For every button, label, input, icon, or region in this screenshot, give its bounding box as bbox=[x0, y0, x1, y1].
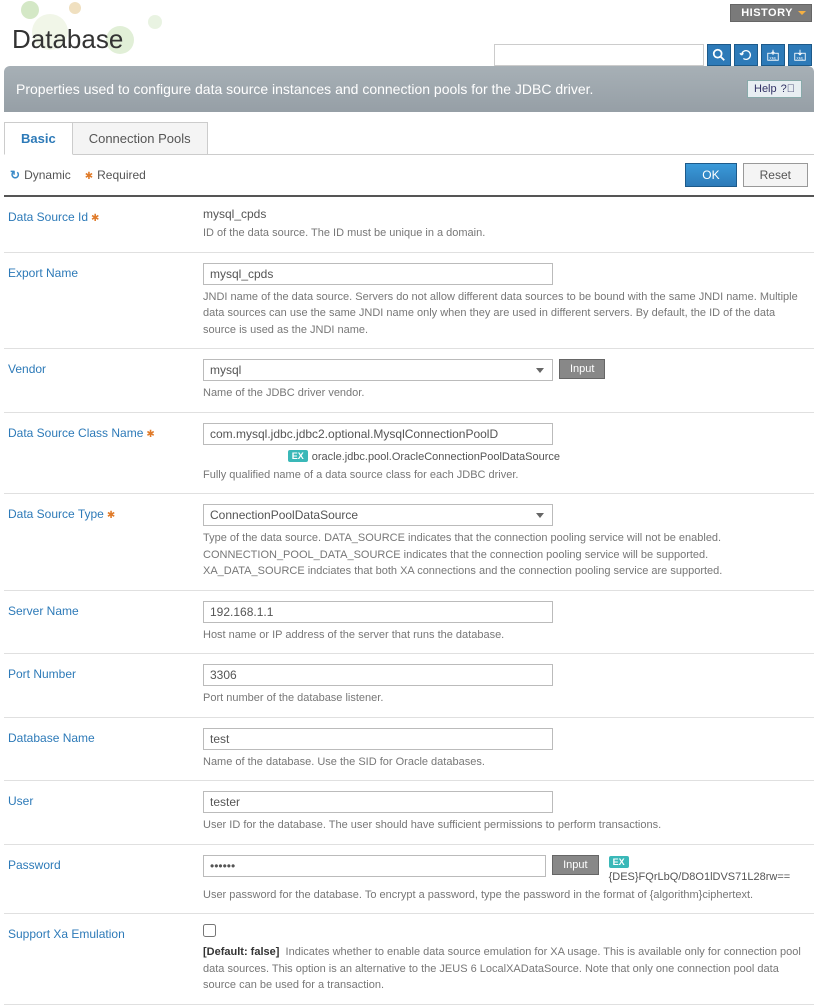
export-xml-icon[interactable]: XML bbox=[761, 44, 785, 66]
row-vendor: Vendor mysql Input Name of the JDBC driv… bbox=[4, 349, 814, 413]
input-server-name[interactable] bbox=[203, 601, 553, 623]
input-user[interactable] bbox=[203, 791, 553, 813]
desc-dbname: Name of the database. Use the SID for Or… bbox=[203, 754, 810, 771]
history-button[interactable]: HISTORY bbox=[730, 4, 812, 22]
row-ds-type: Data Source Type✱ ConnectionPoolDataSour… bbox=[4, 494, 814, 591]
row-user: User User ID for the database. The user … bbox=[4, 781, 814, 845]
ok-button[interactable]: OK bbox=[685, 163, 736, 187]
row-server-name: Server Name Host name or IP address of t… bbox=[4, 591, 814, 655]
example-badge: EX bbox=[609, 856, 629, 868]
legend-bar: Dynamic Required OK Reset bbox=[4, 155, 814, 197]
info-text: Properties used to configure data source… bbox=[16, 81, 593, 97]
example-dsclass: oracle.jdbc.pool.OracleConnectionPoolDat… bbox=[312, 451, 560, 463]
desc-server: Host name or IP address of the server th… bbox=[203, 627, 810, 644]
desc-dsclass: Fully qualified name of a data source cl… bbox=[203, 467, 810, 484]
desc-dsid: ID of the data source. The ID must be un… bbox=[203, 225, 810, 242]
required-icon: ✱ bbox=[107, 510, 115, 521]
input-export-name[interactable] bbox=[203, 263, 553, 285]
page-title: Database bbox=[12, 24, 123, 55]
reset-button[interactable]: Reset bbox=[743, 163, 808, 187]
svg-text:XML: XML bbox=[769, 56, 776, 60]
help-button[interactable]: Help?⃝ bbox=[747, 80, 802, 98]
desc-user: User ID for the database. The user shoul… bbox=[203, 817, 810, 834]
row-ds-class-name: Data Source Class Name✱ EX oracle.jdbc.po… bbox=[4, 413, 814, 495]
row-password: Password Input EX {DES}FQrLbQ/D8O1lDVS71L… bbox=[4, 845, 814, 915]
password-input-button[interactable]: Input bbox=[552, 855, 598, 875]
search-input[interactable] bbox=[494, 44, 704, 66]
svg-text:XML: XML bbox=[796, 56, 803, 60]
label-xa: Support Xa Emulation bbox=[8, 924, 203, 994]
label-export: Export Name bbox=[8, 263, 203, 339]
row-data-source-id: Data Source Id✱ mysql_cpds ID of the dat… bbox=[4, 197, 814, 253]
input-port-number[interactable] bbox=[203, 664, 553, 686]
desc-xa: [Default: false] Indicates whether to en… bbox=[203, 944, 810, 994]
info-bar: Properties used to configure data source… bbox=[4, 66, 814, 112]
legend-required: Required bbox=[85, 168, 146, 182]
desc-password: User password for the database. To encry… bbox=[203, 887, 810, 904]
label-user: User bbox=[8, 791, 203, 834]
label-password: Password bbox=[8, 855, 203, 904]
label-dsclass: Data Source Class Name bbox=[8, 426, 143, 440]
tabs: Basic Connection Pools bbox=[4, 122, 814, 155]
desc-vendor: Name of the JDBC driver vendor. bbox=[203, 385, 810, 402]
select-ds-type[interactable]: ConnectionPoolDataSource bbox=[203, 504, 553, 526]
required-icon: ✱ bbox=[91, 213, 99, 224]
desc-port: Port number of the database listener. bbox=[203, 690, 810, 707]
search-bar: XML XML bbox=[494, 44, 812, 66]
input-ds-class-name[interactable] bbox=[203, 423, 553, 445]
input-database-name[interactable] bbox=[203, 728, 553, 750]
required-icon: ✱ bbox=[146, 429, 154, 440]
form-rows: Data Source Id✱ mysql_cpds ID of the dat… bbox=[4, 197, 814, 1005]
import-xml-icon[interactable]: XML bbox=[788, 44, 812, 66]
input-password[interactable] bbox=[203, 855, 546, 877]
tab-connection-pools[interactable]: Connection Pools bbox=[72, 122, 208, 154]
desc-dstype: Type of the data source. DATA_SOURCE ind… bbox=[203, 530, 810, 580]
label-dsid: Data Source Id bbox=[8, 210, 88, 224]
search-icon[interactable] bbox=[707, 44, 731, 66]
label-port: Port Number bbox=[8, 664, 203, 707]
desc-export: JNDI name of the data source. Servers do… bbox=[203, 289, 810, 339]
label-vendor: Vendor bbox=[8, 359, 203, 402]
label-dstype: Data Source Type bbox=[8, 507, 104, 521]
label-dbname: Database Name bbox=[8, 728, 203, 771]
value-dsid: mysql_cpds bbox=[203, 207, 810, 221]
select-vendor[interactable]: mysql bbox=[203, 359, 553, 381]
header: Database HISTORY XML XML bbox=[0, 0, 818, 62]
label-server: Server Name bbox=[8, 601, 203, 644]
row-port-number: Port Number Port number of the database … bbox=[4, 654, 814, 718]
row-xa-emulation: Support Xa Emulation [Default: false] In… bbox=[4, 914, 814, 1005]
legend-dynamic: Dynamic bbox=[10, 168, 71, 182]
help-icon: ?⃝ bbox=[781, 83, 795, 95]
checkbox-xa-emulation[interactable] bbox=[203, 924, 216, 937]
example-password: {DES}FQrLbQ/D8O1lDVS71L28rw== bbox=[609, 871, 791, 883]
tab-basic[interactable]: Basic bbox=[4, 122, 73, 155]
example-badge: EX bbox=[288, 450, 308, 462]
row-export-name: Export Name JNDI name of the data source… bbox=[4, 253, 814, 350]
refresh-icon[interactable] bbox=[734, 44, 758, 66]
vendor-input-button[interactable]: Input bbox=[559, 359, 605, 379]
row-database-name: Database Name Name of the database. Use … bbox=[4, 718, 814, 782]
